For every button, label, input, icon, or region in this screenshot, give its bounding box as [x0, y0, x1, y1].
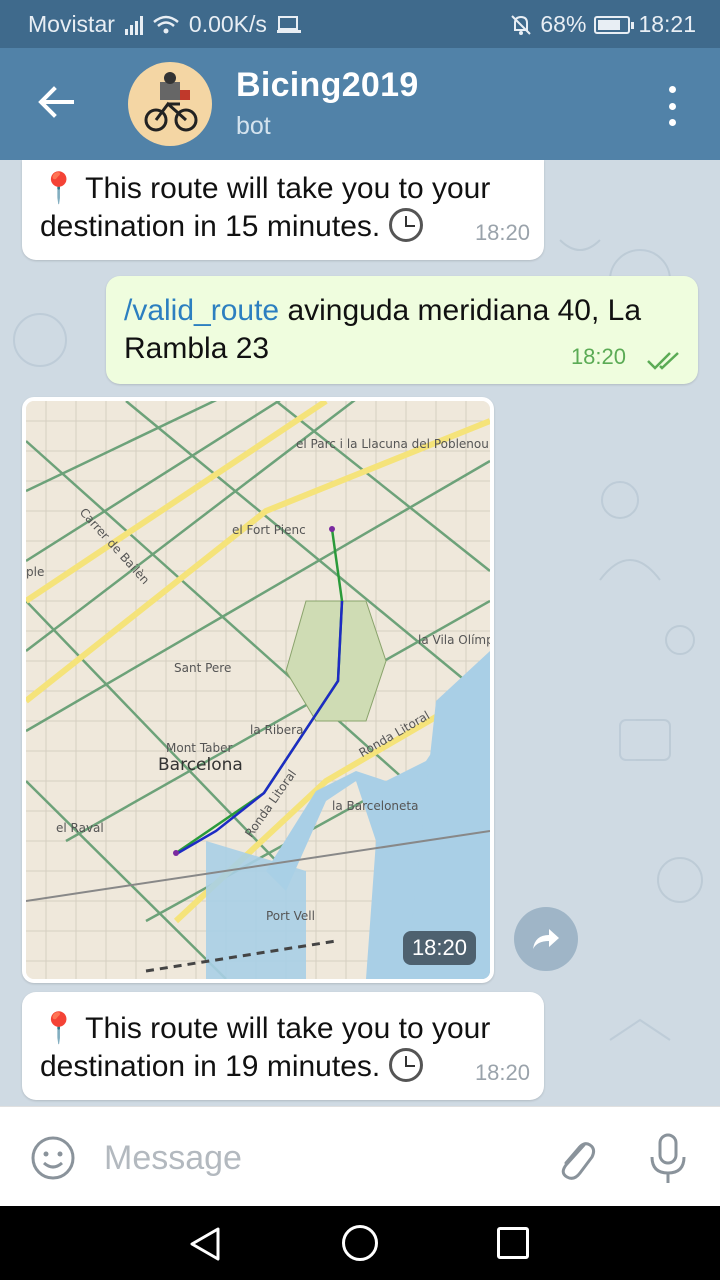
- incoming-message[interactable]: 📍 This route will take you to your desti…: [22, 160, 544, 260]
- bicycle-icon: [144, 72, 198, 132]
- message-text: This route will take you to your destina…: [40, 172, 491, 243]
- route-map[interactable]: el Parc i la Llacuna del Poblenou Carrer…: [26, 401, 490, 979]
- network-speed: 0.00K/s: [188, 11, 267, 37]
- wifi-icon: [153, 15, 179, 33]
- map-label: el Parc i la Llacuna del Poblenou: [296, 437, 489, 451]
- pin-icon: 📍: [40, 172, 78, 205]
- clock-emoji-icon: [388, 208, 423, 242]
- status-bar: Movistar 0.00K/s 68% 18:21: [0, 0, 720, 48]
- emoji-icon[interactable]: [30, 1135, 76, 1181]
- carrier-name: Movistar: [28, 11, 115, 37]
- share-arrow-icon: [533, 929, 559, 949]
- map-label: el Fort Pienc: [232, 523, 306, 537]
- clock-time: 18:21: [638, 11, 696, 37]
- system-navigation-bar: [0, 1206, 720, 1280]
- battery-percent: 68%: [540, 11, 587, 37]
- message-composer: Message: [0, 1106, 720, 1206]
- read-checkmarks-icon: [647, 352, 679, 370]
- microphone-icon[interactable]: [648, 1133, 688, 1185]
- message-time: 18:20: [570, 344, 626, 369]
- screen-icon: [276, 15, 301, 33]
- chat-header: Bicing2019 bot: [0, 48, 720, 160]
- paperclip-icon[interactable]: [554, 1135, 598, 1183]
- share-button[interactable]: [514, 907, 578, 971]
- chat-subtitle: bot: [236, 112, 271, 140]
- map-label: la Ribera: [250, 723, 304, 737]
- map-label: Sant Pere: [174, 661, 232, 675]
- incoming-message[interactable]: 📍 This route will take you to your desti…: [22, 992, 544, 1100]
- outgoing-message[interactable]: /valid_route avinguda meridiana 40, La R…: [106, 276, 698, 384]
- more-menu-icon[interactable]: [660, 86, 684, 126]
- signal-icon: [124, 15, 143, 35]
- map-timestamp: 18:20: [402, 931, 476, 965]
- map-graphic: [26, 401, 490, 979]
- bot-avatar[interactable]: [128, 62, 212, 146]
- back-arrow-icon[interactable]: [32, 78, 80, 126]
- map-label: Port Vell: [266, 909, 315, 923]
- clock-emoji-icon: [388, 1048, 423, 1082]
- chat-title[interactable]: Bicing2019: [236, 66, 419, 105]
- map-label-city: Barcelona: [158, 755, 243, 775]
- message-time: 18:20: [474, 220, 530, 245]
- map-label: el Raval: [56, 821, 104, 835]
- nav-recent-apps-icon[interactable]: [497, 1227, 529, 1259]
- nav-home-icon[interactable]: [342, 1225, 378, 1261]
- map-label: la Barceloneta: [332, 799, 419, 813]
- message-text: This route will take you to your destina…: [40, 1012, 491, 1083]
- nav-back-icon[interactable]: [188, 1226, 222, 1262]
- map-label: la Vila Olímp: [418, 633, 490, 647]
- chat-area[interactable]: 📍 This route will take you to your desti…: [0, 160, 720, 1106]
- message-time: 18:20: [474, 1060, 530, 1085]
- map-label: Mont Taber: [166, 741, 233, 755]
- command-link[interactable]: /valid_route: [124, 294, 279, 327]
- map-image-message[interactable]: el Parc i la Llacuna del Poblenou Carrer…: [22, 397, 494, 983]
- pin-icon: 📍: [40, 1012, 78, 1045]
- map-label: ple: [26, 565, 45, 579]
- message-input[interactable]: Message: [104, 1139, 242, 1178]
- mute-bell-icon: [511, 14, 532, 35]
- battery-icon: [594, 15, 635, 34]
